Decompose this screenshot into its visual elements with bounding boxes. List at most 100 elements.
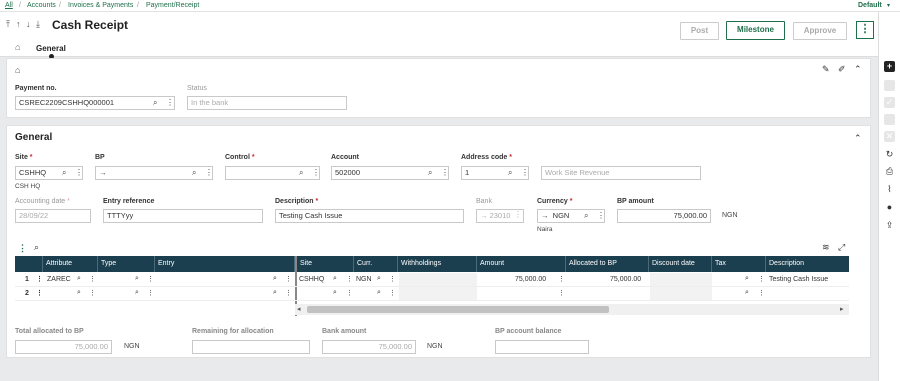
kebab-icon[interactable]: ⋮ — [89, 275, 96, 283]
pin-icon[interactable]: ✎ — [822, 64, 830, 75]
breadcrumb-invoices[interactable]: Invoices & Payments — [68, 2, 133, 9]
kebab-icon[interactable]: ⋮ — [558, 275, 565, 283]
column-header-currency[interactable]: Curr. — [354, 256, 398, 272]
home-icon[interactable]: ⌂ — [15, 42, 20, 52]
kebab-icon[interactable]: ⋮ — [389, 289, 396, 297]
more-actions-button[interactable]: ⋮ — [856, 21, 874, 39]
home-icon[interactable]: ⌂ — [15, 65, 20, 75]
attachment-icon[interactable]: ⌇ — [884, 184, 895, 195]
currency-field[interactable]: → NGN ⌕ ⋮ — [537, 209, 605, 223]
kebab-icon[interactable]: ⋮ — [346, 275, 353, 283]
search-icon[interactable]: ⌕ — [745, 275, 749, 283]
comment-icon[interactable]: ● — [884, 202, 895, 213]
description-cell[interactable]: Testing Cash Issue — [769, 276, 828, 283]
search-icon[interactable]: ⌕ — [377, 275, 381, 283]
column-header-type[interactable]: Type — [98, 256, 155, 272]
column-header-allocated[interactable]: Allocated to BP — [566, 256, 649, 272]
expand-icon[interactable]: ⤢ — [838, 242, 845, 253]
kebab-icon[interactable]: ⋮ — [597, 210, 604, 222]
horizontal-scrollbar[interactable]: ◂ ▸ — [295, 304, 849, 315]
column-header-tax[interactable]: Tax — [712, 256, 766, 272]
kebab-icon[interactable]: ⋮ — [346, 289, 353, 297]
collapse-icon[interactable]: ⌃ — [854, 133, 862, 144]
bp-field[interactable]: → ⌕ ⋮ — [95, 166, 213, 180]
description-field[interactable]: Testing Cash Issue — [275, 209, 464, 223]
control-field[interactable]: ⌕ ⋮ — [225, 166, 320, 180]
search-icon[interactable]: ⌕ — [77, 275, 81, 283]
scrollbar-thumb[interactable] — [307, 306, 609, 313]
amount-cell[interactable]: 75,000.00 — [515, 276, 546, 283]
export-icon[interactable]: ⇪ — [884, 220, 895, 231]
kebab-icon[interactable]: ⋮ — [521, 167, 528, 179]
bp-amount-field[interactable]: 75,000.00 — [617, 209, 711, 223]
kebab-icon[interactable]: ⋮ — [312, 167, 319, 179]
search-icon[interactable]: ⌕ — [77, 289, 81, 297]
search-icon[interactable]: ⌕ — [508, 167, 512, 179]
search-icon[interactable]: ⌕ — [135, 289, 139, 297]
kebab-icon[interactable]: ⋮ — [389, 275, 396, 283]
scroll-left-icon[interactable]: ◂ — [297, 305, 301, 313]
column-header-discount-date[interactable]: Discount date — [649, 256, 712, 272]
milestone-button[interactable]: Milestone — [726, 21, 785, 40]
scroll-right-icon[interactable]: ▸ — [840, 305, 844, 313]
search-icon[interactable]: ⌕ — [333, 275, 337, 283]
breadcrumb-accounts[interactable]: Accounts — [27, 2, 56, 9]
kebab-icon[interactable]: ⋮ — [36, 275, 43, 283]
column-header-site[interactable]: Site — [297, 256, 354, 272]
kebab-icon[interactable]: ⋮ — [205, 167, 212, 179]
kebab-icon[interactable]: ⋮ — [758, 289, 765, 297]
profile-selector[interactable]: Default — [858, 2, 882, 9]
kebab-icon[interactable]: ⋮ — [558, 289, 565, 297]
payment-no-field[interactable]: CSREC2209CSHHQ000001 ⌕ ⋮ — [15, 96, 175, 110]
search-icon[interactable]: ⌕ — [745, 289, 749, 297]
refresh-icon[interactable]: ↻ — [884, 149, 895, 160]
table-row[interactable]: 1 ⋮ ZAREC ⌕ ⋮ ⌕ ⋮ ⌕ ⋮ CSHHQ ⌕ ⋮ NGN ⌕ ⋮ … — [15, 273, 849, 287]
address-code-field[interactable]: 1 ⌕ ⋮ — [461, 166, 529, 180]
approve-button[interactable]: Approve — [793, 22, 847, 40]
search-icon[interactable]: ⌕ — [273, 289, 277, 297]
column-header-entry[interactable]: Entry — [155, 256, 295, 272]
search-icon[interactable]: ⌕ — [584, 210, 588, 222]
column-header-attribute[interactable]: Attribute — [43, 256, 98, 272]
column-header-withholdings[interactable]: Withholdings — [398, 256, 477, 272]
table-row[interactable]: 2 ⋮ ⌕ ⋮ ⌕ ⋮ ⌕ ⋮ ⌕ ⋮ ⌕ ⋮ ⋮ ⌕ ⋮ — [15, 287, 849, 301]
kebab-icon[interactable]: ⋮ — [441, 167, 448, 179]
kebab-icon[interactable]: ⋮ — [36, 289, 43, 297]
search-icon[interactable]: ⌕ — [333, 289, 337, 297]
account-field[interactable]: 502000 ⌕ ⋮ — [331, 166, 449, 180]
add-icon[interactable]: + — [884, 61, 895, 72]
chevron-down-icon[interactable]: ▾ — [887, 2, 890, 9]
kebab-icon[interactable]: ⋮ — [147, 289, 154, 297]
previous-record-icon[interactable]: ↑ — [16, 19, 21, 29]
breadcrumb-all[interactable]: All — [5, 2, 13, 9]
search-icon[interactable]: ⌕ — [273, 275, 277, 283]
column-header-amount[interactable]: Amount — [477, 256, 566, 272]
search-icon[interactable]: ⌕ — [192, 167, 196, 179]
kebab-icon[interactable]: ⋮ — [147, 275, 154, 283]
first-record-icon[interactable]: ⤒ — [6, 19, 10, 30]
kebab-icon[interactable]: ⋮ — [758, 275, 765, 283]
layers-icon[interactable]: ≋ — [822, 242, 830, 253]
search-icon[interactable]: ⌕ — [62, 167, 66, 179]
tab-general[interactable]: General — [36, 44, 66, 53]
search-icon[interactable]: ⌕ — [34, 242, 39, 253]
edit-icon[interactable]: ✐ — [838, 64, 846, 75]
column-header-description[interactable]: Description — [766, 256, 849, 272]
post-button[interactable]: Post — [680, 22, 719, 40]
search-icon[interactable]: ⌕ — [153, 97, 157, 109]
last-record-icon[interactable]: ⤓ — [36, 19, 40, 30]
kebab-icon[interactable]: ⋮ — [285, 275, 292, 283]
attribute-cell[interactable]: ZAREC — [47, 276, 71, 283]
kebab-icon[interactable]: ⋮ — [285, 289, 292, 297]
allocated-cell[interactable]: 75,000.00 — [610, 276, 641, 283]
collapse-icon[interactable]: ⌃ — [854, 64, 862, 75]
kebab-icon[interactable]: ⋮ — [166, 97, 174, 109]
search-icon[interactable]: ⌕ — [377, 289, 381, 297]
kebab-icon[interactable]: ⋮ — [89, 289, 96, 297]
search-icon[interactable]: ⌕ — [299, 167, 303, 179]
search-icon[interactable]: ⌕ — [428, 167, 432, 179]
next-record-icon[interactable]: ↓ — [26, 19, 31, 29]
search-icon[interactable]: ⌕ — [135, 275, 139, 283]
kebab-icon[interactable]: ⋮ — [18, 243, 27, 254]
entry-reference-field[interactable]: TTTYyy — [103, 209, 263, 223]
